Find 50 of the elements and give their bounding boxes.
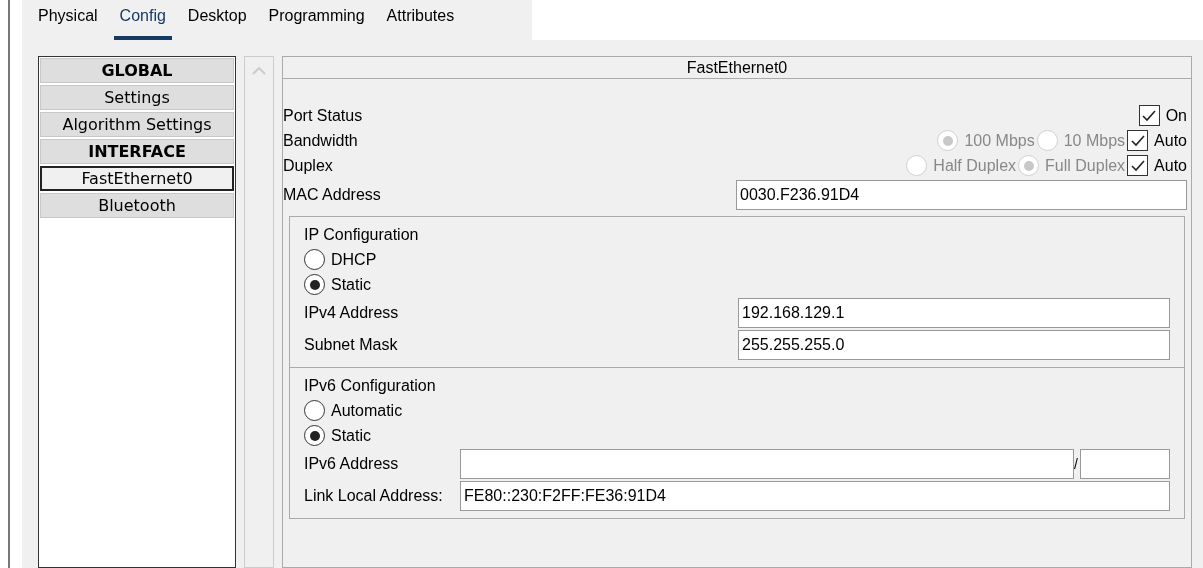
text-field[interactable] — [460, 449, 1074, 479]
scrollbar[interactable] — [244, 56, 274, 568]
radio-button[interactable] — [304, 400, 325, 421]
radio-label: Static — [331, 274, 371, 295]
separator-text: / — [1074, 454, 1079, 474]
field-label: Link Local Address: — [304, 486, 443, 506]
section-title: IP Configuration — [304, 225, 420, 245]
tab[interactable]: Attributes — [380, 0, 461, 40]
radio-button[interactable] — [304, 274, 325, 295]
field-label: IPv6 Address — [304, 454, 399, 474]
checkbox-label: Auto — [1154, 155, 1187, 176]
field-label: IPv4 Address — [304, 303, 399, 323]
tab[interactable]: Programming — [262, 0, 371, 40]
radio-label: Half Duplex — [933, 155, 1017, 176]
section-header: INTERFACE — [40, 139, 234, 164]
sidebar-item[interactable]: Settings — [40, 85, 234, 110]
radio-label: Automatic — [331, 400, 403, 421]
sidebar-item[interactable]: Bluetooth — [40, 193, 234, 218]
sidebar-item[interactable]: FastEthernet0 — [40, 166, 234, 191]
field-label: Subnet Mask — [304, 335, 398, 355]
field-label: Duplex — [283, 155, 333, 176]
radio-label: Full Duplex — [1045, 155, 1126, 176]
prefix-field[interactable] — [1080, 449, 1170, 479]
radio-button[interactable] — [304, 425, 325, 446]
text-field[interactable]: 0030.F236.91D4 — [736, 180, 1187, 210]
text-field[interactable]: 192.168.129.1 — [738, 298, 1170, 328]
checkmark-icon — [1142, 109, 1157, 122]
field-label: MAC Address — [283, 185, 381, 205]
checkbox-label: On — [1165, 105, 1187, 126]
checkmark-icon — [1130, 159, 1145, 172]
radio-label: 100 Mbps — [964, 130, 1035, 151]
checkbox[interactable] — [1138, 105, 1160, 126]
checkbox[interactable] — [1127, 130, 1149, 151]
tab[interactable]: Physical — [32, 0, 104, 40]
tab[interactable]: Desktop — [181, 0, 253, 40]
section-header: GLOBAL — [40, 58, 234, 83]
text-field[interactable]: FE80::230:F2FF:FE36:91D4 — [460, 481, 1170, 511]
checkmark-icon — [1130, 134, 1145, 147]
text-field[interactable]: 255.255.255.0 — [738, 330, 1170, 360]
radio-label: 10 Mbps — [1063, 130, 1126, 151]
field-label: Bandwidth — [283, 130, 358, 151]
panel-title: FastEthernet0 — [283, 57, 1191, 79]
section-title: IPv6 Configuration — [304, 376, 437, 396]
checkbox-label: Auto — [1154, 130, 1187, 151]
radio-label: DHCP — [331, 249, 377, 270]
radio-button[interactable] — [304, 249, 325, 270]
radio-label: Static — [331, 425, 371, 446]
sidebar-item[interactable]: Algorithm Settings — [40, 112, 234, 137]
checkbox[interactable] — [1127, 155, 1149, 176]
field-label: Port Status — [283, 105, 363, 126]
